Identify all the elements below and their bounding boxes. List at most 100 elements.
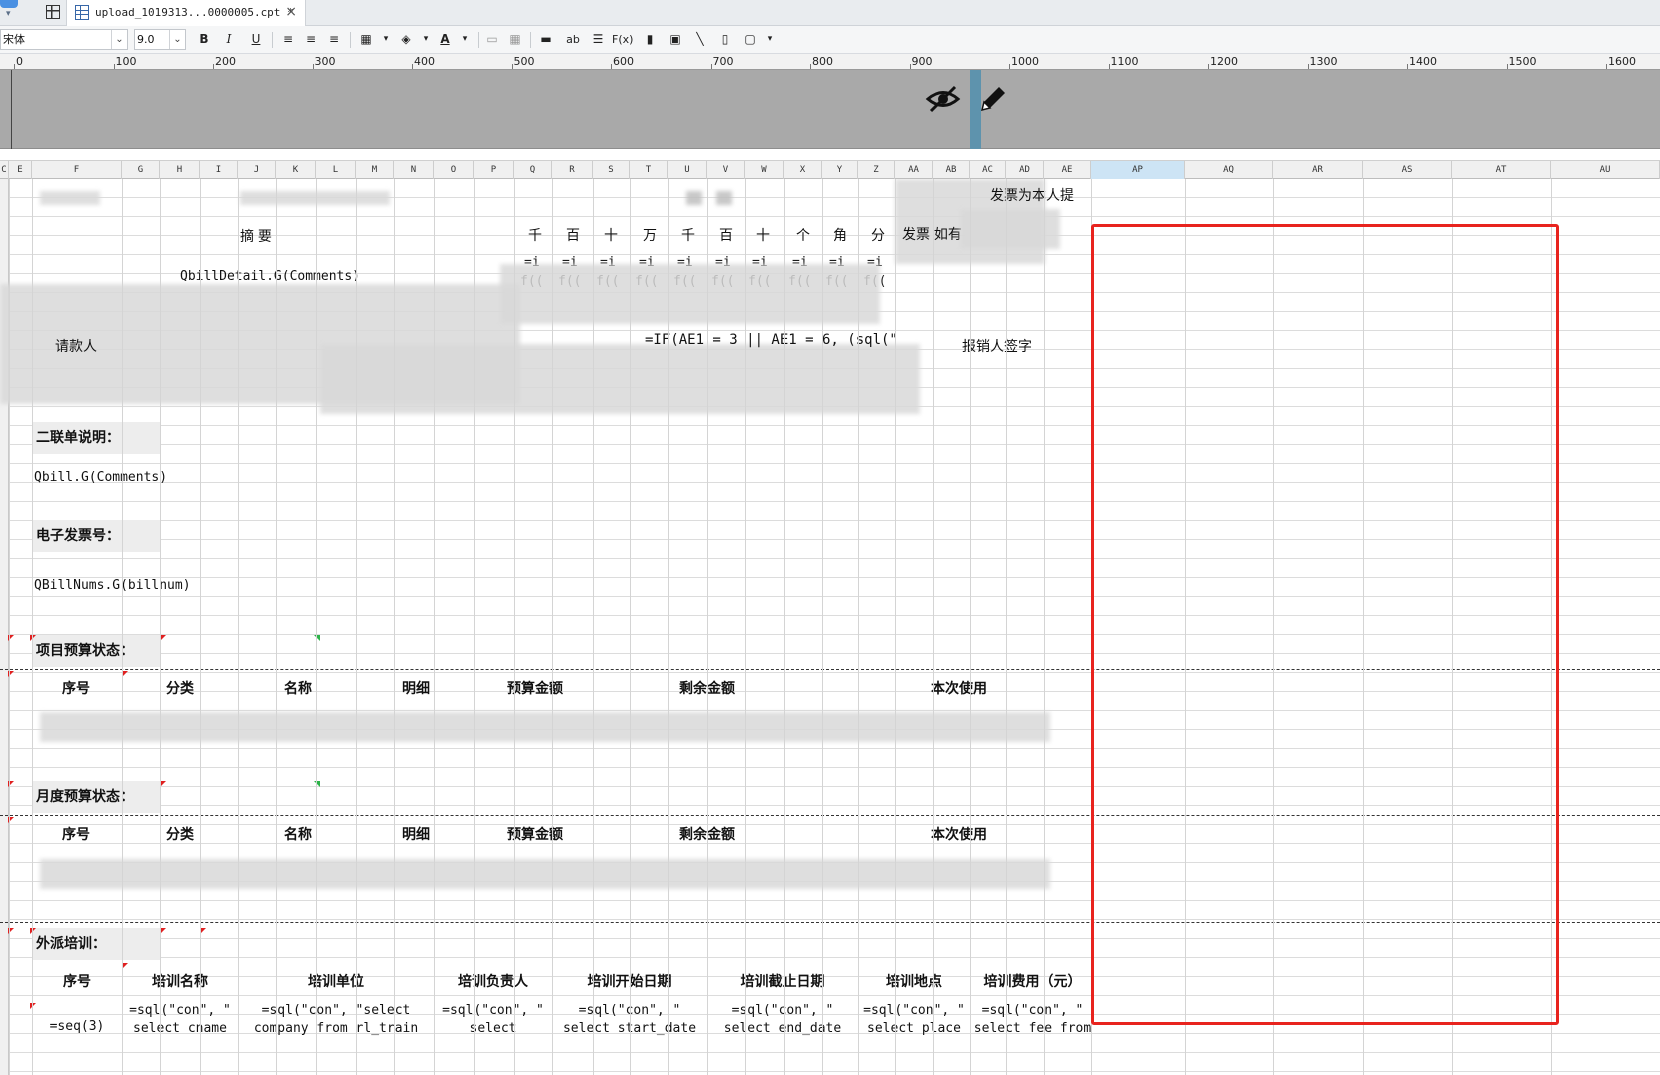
font-color-icon[interactable]: A	[435, 29, 455, 50]
column-header-g[interactable]: G	[122, 161, 160, 179]
align-left-icon[interactable]: ≡	[278, 29, 298, 50]
grid-line	[474, 179, 475, 1075]
column-header-k[interactable]: K	[276, 161, 316, 179]
digit-header: 角	[833, 227, 847, 243]
training-cell[interactable]: =sql("con", "	[122, 1003, 238, 1018]
column-header-at[interactable]: AT	[1452, 161, 1551, 179]
font-name-value: 宋体	[3, 33, 25, 46]
font-size-select[interactable]: 9.0 ⌄	[134, 29, 186, 50]
column-header-u[interactable]: U	[668, 161, 707, 179]
column-header-ad[interactable]: AD	[1006, 161, 1044, 179]
align-right-icon[interactable]: ≡	[324, 29, 344, 50]
textbox-icon[interactable]: ▬	[536, 29, 556, 50]
underline-button[interactable]: U	[246, 29, 266, 50]
training-cell[interactable]: =sql("con", "select	[238, 1003, 434, 1018]
italic-button[interactable]: I	[219, 29, 239, 50]
align-center-icon[interactable]: ≡	[301, 29, 321, 50]
column-header-h[interactable]: H	[160, 161, 200, 179]
column-header-aq[interactable]: AQ	[1185, 161, 1273, 179]
training-label: 外派培训：	[32, 928, 160, 960]
column-header-e[interactable]: E	[9, 161, 32, 179]
digit-header: 百	[719, 227, 733, 243]
training-cell[interactable]: =sql("con", "	[707, 1003, 858, 1018]
column-header-v[interactable]: V	[707, 161, 745, 179]
training-cell: select	[469, 1021, 517, 1036]
ruler-label: 1500	[1508, 55, 1537, 68]
column-header-x[interactable]: X	[784, 161, 822, 179]
chevron-down-icon[interactable]: ▾	[416, 29, 436, 50]
column-header-n[interactable]: N	[394, 161, 434, 179]
grid-line	[316, 179, 317, 1075]
chevron-down-icon[interactable]: ▾	[6, 9, 11, 19]
training-cell[interactable]: =sql("con", "	[434, 1003, 552, 1018]
image-icon[interactable]: ▣	[665, 29, 685, 50]
training-cell[interactable]: =seq(3)	[32, 1019, 122, 1034]
ruler-label: 1600	[1608, 55, 1636, 68]
training-cell[interactable]: =sql("con", "	[858, 1003, 970, 1018]
chevron-down-icon[interactable]: ▾	[455, 29, 475, 50]
column-header-ab[interactable]: AB	[933, 161, 970, 179]
column-header-as[interactable]: AS	[1363, 161, 1452, 179]
column-header-l[interactable]: L	[316, 161, 356, 179]
bold-button[interactable]: B	[194, 29, 214, 50]
chevron-down-icon[interactable]: ⌄	[169, 30, 185, 49]
chart-icon[interactable]: ▮	[640, 29, 660, 50]
ruler-label: 1400	[1409, 55, 1437, 68]
column-header-o[interactable]: O	[434, 161, 474, 179]
split-cells-icon[interactable]: ▦	[505, 29, 525, 50]
pencil-icon[interactable]	[978, 82, 1008, 114]
column-header-i[interactable]: I	[200, 161, 238, 179]
column-header-j[interactable]: J	[238, 161, 276, 179]
slash-icon[interactable]: ╲	[690, 29, 710, 50]
training-header: 培训单位	[308, 973, 364, 989]
wrap-text-button[interactable]: ab	[563, 29, 583, 50]
border-icon[interactable]: ▦	[356, 29, 376, 50]
column-header-m[interactable]: M	[356, 161, 394, 179]
ruler-label: 600	[613, 55, 634, 68]
grid-icon[interactable]	[46, 5, 60, 19]
chevron-down-icon[interactable]: ▾	[376, 29, 396, 50]
ruler-label: 200	[215, 55, 236, 68]
column-header-p[interactable]: P	[474, 161, 514, 179]
column-header-aa[interactable]: AA	[895, 161, 933, 179]
column-header-ar[interactable]: AR	[1273, 161, 1363, 179]
tab-document[interactable]: upload_1019313...0000005.cpt * ×	[66, 0, 306, 26]
ruler-label: 300	[314, 55, 336, 68]
budget-header: 明细	[402, 680, 430, 696]
eye-slash-icon[interactable]	[925, 84, 961, 114]
ruler-label: 1100	[1110, 55, 1139, 68]
fill-color-icon[interactable]: ◈	[396, 29, 416, 50]
column-header-t[interactable]: T	[630, 161, 668, 179]
column-header-z[interactable]: Z	[858, 161, 895, 179]
window-handle[interactable]	[0, 0, 18, 8]
request-label: 请款人	[55, 338, 97, 354]
column-header-ac[interactable]: AC	[970, 161, 1006, 179]
line-spacing-icon[interactable]: ☰	[588, 29, 608, 50]
column-header-y[interactable]: Y	[822, 161, 858, 179]
column-header-s[interactable]: S	[593, 161, 630, 179]
merge-cells-icon[interactable]: ▭	[482, 29, 502, 50]
summary-header: 摘 要	[240, 228, 272, 244]
chevron-down-icon[interactable]: ⌄	[111, 30, 127, 49]
digit-header: 万	[643, 227, 657, 243]
column-header-q[interactable]: Q	[514, 161, 552, 179]
column-header-ap[interactable]: AP	[1091, 161, 1185, 179]
grid-line	[122, 179, 123, 1075]
budget-header: 序号	[62, 826, 90, 842]
column-header-w[interactable]: W	[745, 161, 784, 179]
tab-bar: ▾ upload_1019313...0000005.cpt * ×	[0, 0, 1660, 26]
training-cell[interactable]: =sql("con", "	[970, 1003, 1095, 1018]
column-header-r[interactable]: R	[552, 161, 593, 179]
frame-icon[interactable]: ▢	[740, 29, 760, 50]
column-header-au[interactable]: AU	[1551, 161, 1660, 179]
column-header-f[interactable]: F	[32, 161, 122, 179]
column-header-ae[interactable]: AE	[1044, 161, 1091, 179]
page-icon[interactable]: ▯	[715, 29, 735, 50]
grid-line	[630, 179, 631, 1075]
chevron-down-icon[interactable]: ▾	[760, 29, 780, 50]
column-header-c[interactable]: C	[0, 161, 9, 179]
training-header: 培训名称	[152, 973, 208, 989]
formula-button[interactable]: F(x)	[612, 29, 633, 50]
close-icon[interactable]: ×	[285, 4, 297, 20]
font-name-select[interactable]: 宋体 ⌄	[0, 29, 128, 50]
